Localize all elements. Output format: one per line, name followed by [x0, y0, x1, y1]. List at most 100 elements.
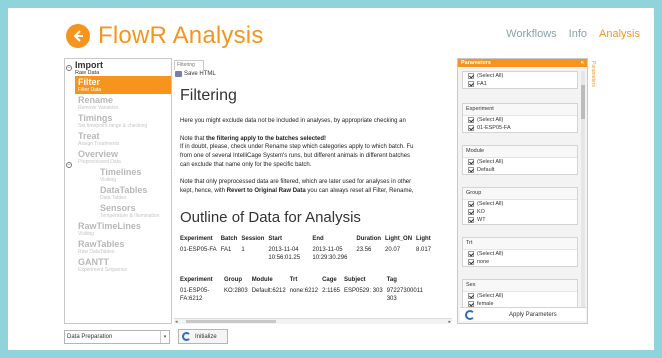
chevron-down-icon[interactable]: ▾	[160, 331, 169, 343]
scroll-thumb[interactable]	[186, 320, 276, 323]
table-row: 01-ESP05-FA:6212 KO:2803 Default:6212 none:…	[180, 287, 431, 303]
scroll-left-icon[interactable]: ◂	[175, 319, 178, 325]
parameter-option[interactable]: KO	[463, 208, 577, 216]
nav-analysis[interactable]: Analysis	[599, 28, 640, 40]
horizontal-scrollbar[interactable]: ◂ ▸	[174, 318, 452, 325]
parameters-scrollbar[interactable]	[581, 71, 585, 309]
checkbox[interactable]	[468, 209, 474, 215]
checkbox[interactable]	[468, 159, 474, 165]
checkbox[interactable]	[468, 251, 474, 257]
column-header: Session	[241, 236, 265, 242]
table-header-row: Experiment Batch Session Start End Duration Li…	[180, 236, 435, 246]
workflow-root[interactable]: − Import Raw Data	[65, 59, 171, 76]
parameter-option-label: (Select All)	[477, 201, 504, 207]
workflow-step-treat[interactable]: Treat Assign Treatments	[75, 130, 171, 148]
collapse-icon[interactable]: −	[66, 162, 72, 168]
note-preprocessed: Note that only preprocessed data are fil…	[180, 179, 412, 185]
nav-workflows[interactable]: Workflows	[506, 28, 557, 40]
parameter-option[interactable]: (Select All)	[463, 292, 577, 300]
workflow-step-title: Filter	[78, 77, 101, 87]
parameters-title: Parameters	[461, 60, 491, 66]
workflow-step-rename[interactable]: Rename Remove Variables	[75, 94, 171, 112]
initialize-button[interactable]: Initialize	[178, 329, 228, 344]
column-header: Subject	[344, 277, 366, 283]
top-navigation: Workflows Info Analysis	[506, 28, 640, 40]
checkbox[interactable]	[468, 125, 474, 131]
workflow-step-title: Timelines	[100, 167, 142, 177]
parameter-option-label: 01-ESP05-FA	[477, 125, 511, 131]
parameter-option-label: (Select All)	[477, 293, 504, 299]
scroll-right-icon[interactable]: ▸	[448, 319, 451, 325]
parameters-panel: Parameters « (Select All) FA1 Experiment (S…	[457, 58, 588, 324]
parameter-option-label: WT	[477, 217, 486, 223]
checkbox[interactable]	[468, 81, 474, 87]
workflow-step-rawtables[interactable]: RawTables Raw DataTables	[75, 238, 171, 256]
parameter-option[interactable]: (Select All)	[463, 250, 577, 258]
parameter-option[interactable]: (Select All)	[463, 72, 577, 80]
subject-table: Experiment Group Module Trt Cage Subject Tag 01…	[180, 277, 431, 303]
collapse-icon[interactable]: −	[66, 65, 72, 71]
workflow-step-subtitle: Temperature & Illumination	[100, 213, 160, 219]
app-title: FlowR Analysis	[98, 22, 264, 50]
column-header: Experiment	[180, 236, 213, 242]
parameter-option[interactable]: 01-ESP05-FA	[463, 124, 577, 132]
parameter-option[interactable]: (Select All)	[463, 158, 577, 166]
checkbox[interactable]	[468, 201, 474, 207]
parameter-group-title: Experiment	[463, 104, 577, 116]
checkbox[interactable]	[468, 259, 474, 265]
parameter-option-label: (Select All)	[477, 251, 504, 257]
table-cell: 2:1165	[322, 288, 340, 294]
workflow-step-title: Timings	[78, 113, 113, 123]
checkbox[interactable]	[468, 293, 474, 299]
nav-info[interactable]: Info	[569, 28, 587, 40]
parameter-option[interactable]: WT	[463, 216, 577, 224]
parameter-group-title: Sex	[463, 280, 577, 292]
table-cell: 2013-11-05 10:29:30.296	[312, 247, 348, 261]
workflow-step-subtitle: Filter Data	[78, 87, 102, 93]
back-arrow-icon[interactable]	[66, 24, 90, 48]
parameter-option[interactable]: FA1	[463, 80, 577, 88]
workflow-select-value: Data Preparation	[67, 334, 113, 340]
table-cell: 01-ESP05-FA:6212	[180, 288, 210, 302]
parameter-group-trt: Trt (Select All) none	[462, 237, 578, 267]
initialize-label: Initialize	[195, 333, 217, 340]
parameter-groups: (Select All) FA1 Experiment (Select All) 01-…	[458, 69, 582, 317]
save-html-button[interactable]: Save HTML	[175, 71, 216, 77]
table-cell: KO:2803	[224, 288, 248, 294]
table-cell: 01-ESP05-FA	[180, 247, 217, 253]
parameter-option[interactable]: (Select All)	[463, 200, 577, 208]
workflow-root-sub: Raw Data	[75, 70, 100, 76]
workflow-step-sensors[interactable]: Sensors Temperature & Illumination	[97, 202, 171, 220]
workflow-step-rawtimelines[interactable]: RawTimeLines Visiting	[75, 220, 171, 238]
workflow-step-timings[interactable]: Timings Set timepoint range & checking	[75, 112, 171, 130]
parameter-option-label: none	[477, 259, 490, 265]
save-html-label: Save HTML	[184, 71, 216, 77]
app-logo: FlowR Analysis	[66, 22, 264, 50]
checkbox[interactable]	[468, 217, 474, 223]
workflow-step-datatables[interactable]: DataTables Data Tables	[97, 184, 171, 202]
column-header: Tag	[386, 277, 397, 283]
workflow-root-title: Import	[75, 60, 103, 70]
table-cell: 2013-11-04 10:56:01.25	[268, 247, 301, 261]
checkbox[interactable]	[468, 117, 474, 123]
workflow-step-filter[interactable]: Filter Filter Data	[75, 76, 171, 94]
parameters-scroll-thumb[interactable]	[581, 85, 585, 119]
workflow-step-subtitle: Preprocessed Data	[78, 159, 121, 165]
table-cell: 8.017	[416, 247, 432, 253]
table-cell: Default:6212	[251, 288, 286, 294]
collapse-panel-icon[interactable]: «	[581, 59, 584, 67]
parameter-option[interactable]: (Select All)	[463, 116, 577, 124]
tab-filtering[interactable]: Filtering	[174, 60, 204, 70]
workflow-select[interactable]: Data Preparation ▾	[64, 330, 170, 344]
checkbox[interactable]	[468, 73, 474, 79]
parameter-option[interactable]: Default	[463, 166, 577, 174]
apply-parameters-button[interactable]: Apply Parameters	[460, 307, 586, 321]
app-title-sub: Analysis	[172, 22, 264, 49]
workflow-step-timelines[interactable]: Timelines Visiting	[97, 166, 171, 184]
batch-table: Experiment Batch Session Start End Duration Li…	[180, 236, 435, 262]
parameters-side-tab[interactable]: Parameters	[590, 61, 596, 87]
workflow-step-overview[interactable]: Overview Preprocessed Data −	[66, 148, 171, 168]
checkbox[interactable]	[468, 167, 474, 173]
workflow-step-gantt[interactable]: GANTT Experiment Sequence	[75, 256, 171, 274]
parameter-option[interactable]: none	[463, 258, 577, 266]
